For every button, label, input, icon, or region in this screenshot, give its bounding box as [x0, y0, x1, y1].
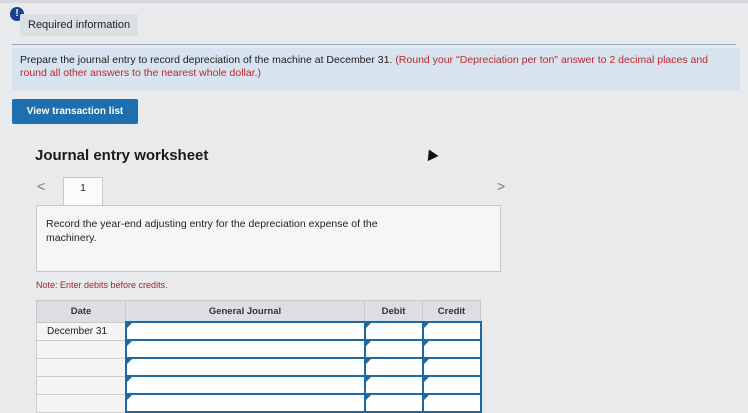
table-row: [36, 339, 482, 359]
debit-input[interactable]: [363, 375, 424, 395]
top-bar: [0, 0, 748, 3]
journal-table: Date General Journal Debit Credit Decemb…: [36, 300, 482, 413]
input-marker-icon: [126, 323, 132, 328]
input-marker-icon: [365, 395, 371, 400]
input-marker-icon: [126, 341, 132, 346]
mouse-cursor-icon: [423, 146, 439, 162]
credit-input[interactable]: [421, 321, 482, 341]
column-header-general-journal: General Journal: [125, 300, 365, 323]
date-cell: [36, 393, 126, 413]
worksheet-title: Journal entry worksheet: [35, 147, 209, 164]
input-marker-icon: [423, 377, 429, 382]
debit-input[interactable]: [363, 357, 424, 377]
column-header-date: Date: [36, 300, 126, 323]
divider: [12, 44, 736, 45]
date-cell: December 31: [36, 321, 126, 341]
date-cell: [36, 357, 126, 377]
view-transaction-list-button[interactable]: View transaction list: [12, 99, 138, 124]
general-journal-input[interactable]: [124, 375, 366, 395]
next-entry-chevron-icon[interactable]: >: [497, 178, 505, 194]
column-header-debit: Debit: [364, 300, 423, 323]
input-marker-icon: [423, 341, 429, 346]
credit-input[interactable]: [421, 393, 482, 413]
date-cell: [36, 339, 126, 359]
debits-note: Note: Enter debits before credits.: [36, 280, 168, 290]
input-marker-icon: [365, 323, 371, 328]
instructions-panel: Prepare the journal entry to record depr…: [12, 48, 740, 90]
date-cell: [36, 375, 126, 395]
debit-input[interactable]: [363, 321, 424, 341]
input-marker-icon: [126, 395, 132, 400]
general-journal-input[interactable]: [124, 357, 366, 377]
credit-input[interactable]: [421, 339, 482, 359]
input-marker-icon: [423, 395, 429, 400]
input-marker-icon: [365, 341, 371, 346]
debit-input[interactable]: [363, 339, 424, 359]
input-marker-icon: [423, 359, 429, 364]
general-journal-input[interactable]: [124, 339, 366, 359]
entry-description: Record the year-end adjusting entry for …: [46, 218, 378, 244]
table-row: [36, 357, 482, 377]
credit-input[interactable]: [421, 357, 482, 377]
debit-input[interactable]: [363, 393, 424, 413]
input-marker-icon: [126, 377, 132, 382]
required-information-tab[interactable]: Required information: [20, 14, 139, 36]
instructions-main: Prepare the journal entry to record depr…: [20, 54, 393, 66]
column-header-credit: Credit: [422, 300, 481, 323]
input-marker-icon: [126, 359, 132, 364]
entry-tab-1[interactable]: 1: [63, 177, 103, 206]
previous-entry-chevron-icon[interactable]: <: [37, 178, 45, 194]
table-row: [36, 375, 482, 395]
table-row: [36, 393, 482, 413]
table-row: December 31: [36, 321, 482, 341]
general-journal-input[interactable]: [124, 393, 366, 413]
credit-input[interactable]: [421, 375, 482, 395]
general-journal-input[interactable]: [124, 321, 366, 341]
input-marker-icon: [423, 323, 429, 328]
input-marker-icon: [365, 359, 371, 364]
input-marker-icon: [365, 377, 371, 382]
